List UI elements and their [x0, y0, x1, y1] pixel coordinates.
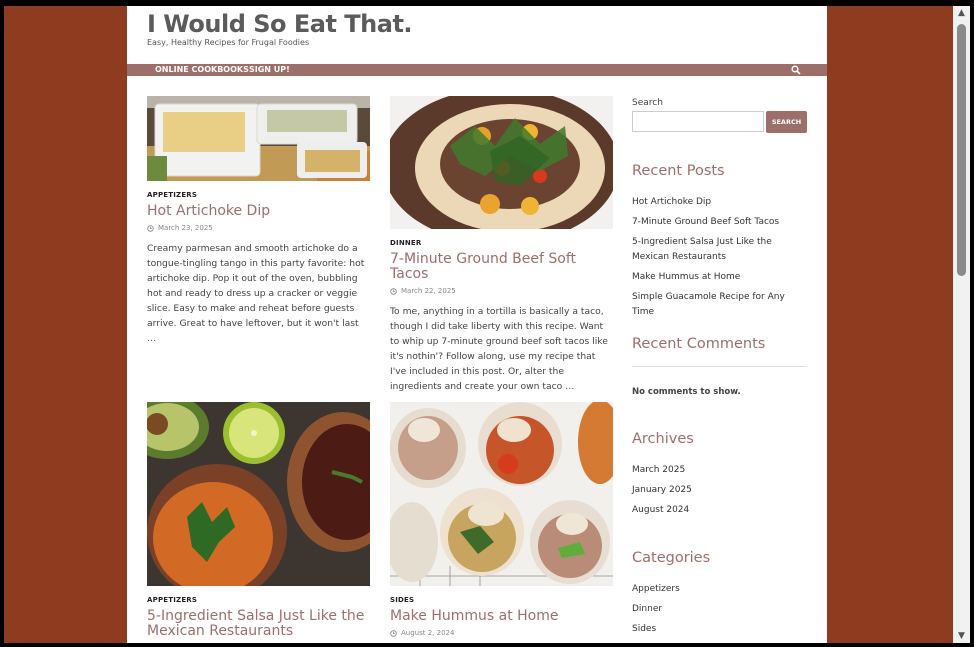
site-title[interactable]: I Would So Eat That. [147, 10, 413, 38]
post-title[interactable]: Make Hummus at Home [390, 609, 613, 624]
browser-viewport: I Would So Eat That. Easy, Healthy Recip… [4, 6, 953, 643]
post-card: APPETIZERS Hot Artichoke Dip March 23, 2… [147, 96, 370, 346]
post-category[interactable]: DINNER [390, 239, 613, 247]
post-category[interactable]: APPETIZERS [147, 596, 370, 604]
categories-heading: Categories [632, 550, 711, 566]
post-date-text: August 2, 2024 [401, 629, 455, 637]
post-excerpt: To me, anything in a tortilla is basical… [390, 306, 608, 392]
nav-item-sign-up[interactable]: SIGN UP! [249, 64, 290, 76]
post-date: March 23, 2025 [147, 224, 370, 232]
recent-post-link[interactable]: 7-Minute Ground Beef Soft Tacos [632, 215, 807, 230]
category-link[interactable]: Sides [632, 622, 807, 637]
archive-link[interactable]: August 2024 [632, 503, 807, 518]
post-title[interactable]: 5-Ingredient Salsa Just Like the Mexican… [147, 609, 370, 639]
scrollbar-thumb[interactable] [957, 24, 966, 276]
post-thumbnail-artichoke-dip[interactable] [147, 96, 370, 181]
post-card: DINNER 7-Minute Ground Beef Soft Tacos M… [390, 96, 613, 394]
scroll-up-arrow-icon[interactable]: ▲ [953, 6, 970, 20]
category-link[interactable]: Appetizers [632, 582, 807, 597]
recent-post-link[interactable]: Hot Artichoke Dip [632, 195, 807, 210]
post-card: APPETIZERS 5-Ingredient Salsa Just Like … [147, 402, 370, 639]
post-thumbnail-salsa[interactable] [147, 402, 370, 586]
post-date: March 22, 2025 [390, 287, 613, 295]
post-category[interactable]: APPETIZERS [147, 191, 370, 199]
post-card: SIDES Make Hummus at Home August 2, 2024 [390, 402, 613, 637]
post-thumbnail-beef-tacos[interactable] [390, 96, 613, 229]
post-date: August 2, 2024 [390, 629, 613, 637]
post-title[interactable]: 7-Minute Ground Beef Soft Tacos [390, 252, 613, 282]
site-tagline: Easy, Healthy Recipes for Frugal Foodies [147, 38, 310, 47]
clock-icon [390, 629, 397, 637]
search-icon[interactable] [791, 65, 801, 75]
nav-item-online-cookbooks[interactable]: ONLINE COOKBOOKS [155, 64, 249, 76]
sidebar-search-button[interactable]: SEARCH [766, 111, 807, 133]
post-excerpt: Creamy parmesan and smooth artichoke do … [147, 243, 365, 344]
post-title[interactable]: Hot Artichoke Dip [147, 204, 370, 219]
divider [632, 366, 807, 367]
scroll-down-arrow-icon[interactable]: ▼ [953, 629, 970, 643]
recent-post-link[interactable]: Simple Guacamole Recipe for Any Time [632, 290, 807, 320]
archives-heading: Archives [632, 431, 694, 447]
archive-link[interactable]: March 2025 [632, 463, 807, 478]
category-link[interactable]: Dinner [632, 602, 807, 617]
post-thumbnail-hummus[interactable] [390, 402, 613, 586]
post-date-text: March 23, 2025 [158, 224, 213, 232]
no-comments-text: No comments to show. [632, 387, 741, 397]
post-category[interactable]: SIDES [390, 596, 613, 604]
recent-post-link[interactable]: 5-Ingredient Salsa Just Like the Mexican… [632, 235, 807, 265]
sidebar-search-input[interactable] [632, 111, 764, 132]
vertical-scrollbar[interactable]: ▲ ▼ [953, 6, 970, 643]
page-content: I Would So Eat That. Easy, Healthy Recip… [127, 6, 827, 643]
recent-posts-heading: Recent Posts [632, 163, 725, 179]
archive-link[interactable]: January 2025 [632, 483, 807, 498]
clock-icon [390, 287, 397, 295]
recent-post-link[interactable]: Make Hummus at Home [632, 270, 807, 285]
sidebar-search-label: Search [632, 98, 663, 108]
recent-comments-heading: Recent Comments [632, 336, 766, 352]
main-navigation: ONLINE COOKBOOKS SIGN UP! [127, 64, 827, 76]
post-date-text: March 22, 2025 [401, 287, 456, 295]
clock-icon [147, 224, 154, 232]
